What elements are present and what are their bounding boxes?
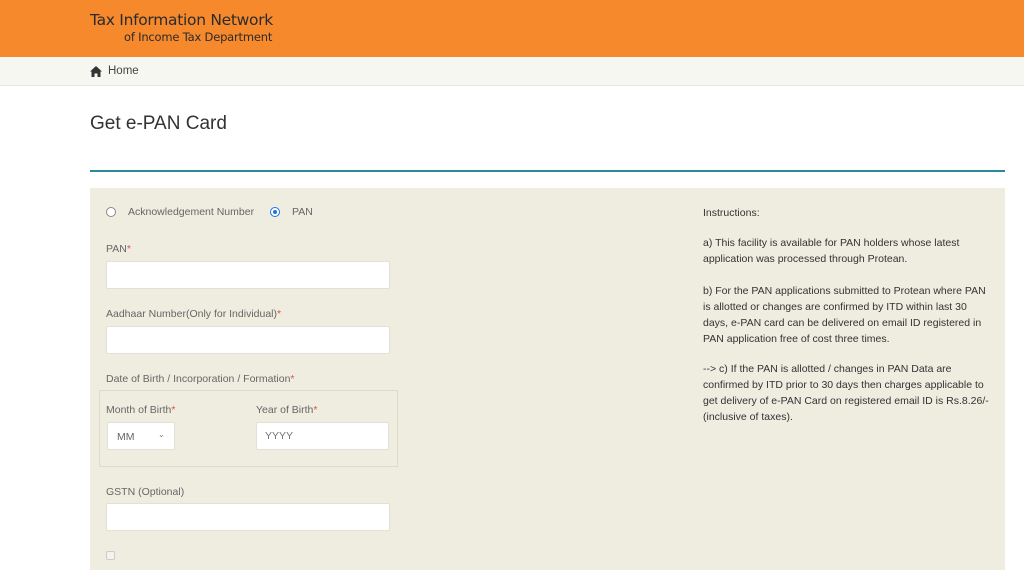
radio-pan[interactable] [270,207,280,217]
gstn-input[interactable] [106,503,390,531]
breadcrumb: Home [0,57,1024,86]
title-divider [90,170,1005,172]
breadcrumb-home-link[interactable]: Home [108,65,139,77]
instructions-heading: Instructions: [703,207,760,219]
required-mark: * [277,308,282,320]
instruction-item-a: a) This facility is available for PAN ho… [703,237,960,265]
aadhaar-input[interactable] [106,326,390,354]
consent-checkbox[interactable] [106,551,115,560]
logo-subtitle[interactable]: of Income Tax Department [124,30,272,44]
radio-pan-label[interactable]: PAN [292,206,313,218]
instruction-item-c: --> c) If the PAN is allotted / changes … [703,363,989,423]
aadhaar-field-label: Aadhaar Number(Only for Individual)* [106,308,282,320]
logo-title[interactable]: Tax Information Network [90,11,273,29]
site-header: Tax Information Network of Income Tax De… [0,0,1024,57]
instruction-item-b: b) For the PAN applications submitted to… [703,285,986,345]
radio-acknowledgement-number[interactable] [106,207,116,217]
home-icon[interactable] [90,66,102,77]
month-select-value: MM [117,431,135,443]
page-title: Get e-PAN Card [90,113,227,134]
pan-field-label: PAN* [106,243,131,255]
month-field-label: Month of Birth* [106,404,176,416]
gstn-field-label: GSTN (Optional) [106,486,185,498]
chevron-down-icon: ⌄ [158,430,165,439]
pan-input[interactable] [106,261,390,289]
required-mark: * [313,404,318,416]
month-select[interactable]: MM ⌄ [107,422,175,450]
required-mark: * [171,404,176,416]
required-mark: * [290,373,295,385]
year-field-label: Year of Birth* [256,404,318,416]
year-input[interactable] [256,422,389,450]
dob-group-label: Date of Birth / Incorporation / Formatio… [106,373,295,385]
radio-acknowledgement-label[interactable]: Acknowledgement Number [128,206,254,218]
required-mark: * [126,243,131,255]
